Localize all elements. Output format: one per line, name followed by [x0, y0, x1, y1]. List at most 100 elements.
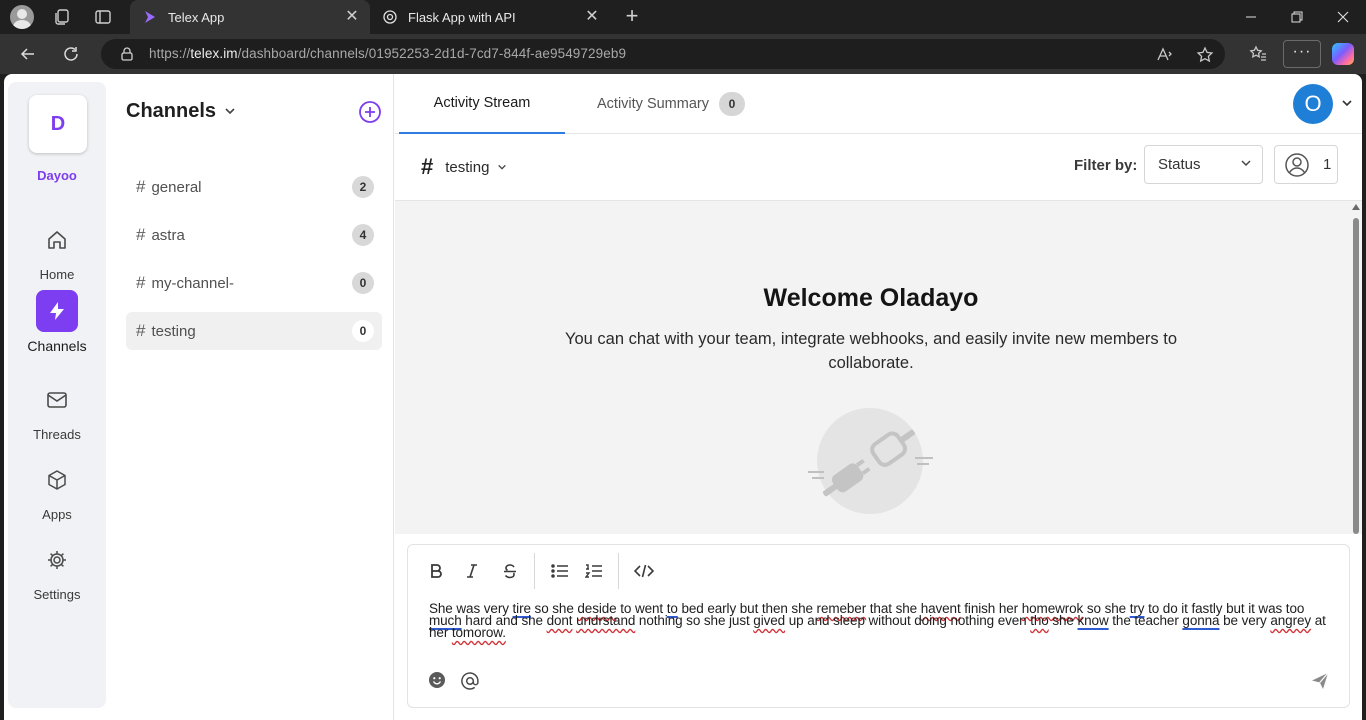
welcome-title: Welcome Oladayo — [763, 284, 979, 312]
chevron-down-icon[interactable] — [1341, 96, 1353, 114]
browser-tab-bar: Telex App ✕ Flask App with API ✕ + — [0, 0, 1366, 34]
channel-item-my-channel[interactable]: # my-channel- 0 — [126, 264, 382, 302]
channel-item-astra[interactable]: # astra 4 — [126, 216, 382, 254]
rail-item-apps[interactable]: Apps — [8, 459, 106, 522]
workspaces-icon[interactable] — [51, 6, 73, 28]
channel-item-general[interactable]: # general 2 — [126, 168, 382, 206]
channel-name: my-channel- — [151, 274, 234, 292]
mail-icon — [36, 379, 78, 421]
lightning-icon — [36, 290, 78, 332]
mention-icon[interactable] — [460, 671, 480, 691]
user-circle-icon — [1284, 152, 1310, 178]
channel-name: general — [151, 178, 202, 196]
scroll-up-icon[interactable] — [1352, 204, 1360, 210]
rail-item-channels[interactable]: Channels — [8, 290, 106, 354]
add-channel-icon[interactable] — [358, 100, 382, 124]
url-field[interactable]: https://telex.im/dashboard/channels/0195… — [101, 39, 1225, 69]
channel-count-badge: 2 — [352, 176, 374, 198]
rail-label: Settings — [33, 587, 81, 602]
restore-icon[interactable] — [1274, 0, 1320, 34]
chevron-down-icon — [497, 159, 507, 176]
hash-icon: # — [136, 321, 146, 340]
channels-panel: Channels # general 2 # astra 4 # my-chan… — [118, 74, 394, 720]
rail-item-settings[interactable]: Settings — [8, 539, 106, 602]
tab-actions-icon[interactable] — [92, 6, 114, 28]
favorites-list-icon[interactable] — [1248, 44, 1268, 64]
message-composer: She was very tire so she deside to went … — [407, 544, 1350, 708]
new-tab-icon[interactable]: + — [620, 5, 644, 29]
channel-name: astra — [151, 226, 185, 244]
tab-label: Activity Stream — [433, 95, 531, 111]
content-scrollbar[interactable] — [1350, 201, 1362, 534]
activity-stream-content: Welcome Oladayo You can chat with your t… — [395, 201, 1355, 534]
strikethrough-icon[interactable] — [498, 559, 522, 583]
emoji-icon[interactable] — [428, 671, 446, 689]
rail-item-threads[interactable]: Threads — [8, 379, 106, 442]
member-count: 1 — [1323, 156, 1332, 173]
channels-title: Channels — [126, 100, 217, 122]
summary-count-badge: 0 — [719, 92, 745, 116]
openai-favicon-icon — [382, 9, 398, 25]
workspace-name[interactable]: Dayoo — [8, 168, 106, 183]
italic-icon[interactable] — [460, 559, 484, 583]
channel-count-badge: 0 — [352, 272, 374, 294]
refresh-icon[interactable] — [59, 42, 83, 66]
numbered-list-icon[interactable] — [582, 559, 606, 583]
channel-item-testing[interactable]: # testing 0 — [126, 312, 382, 350]
close-window-icon[interactable] — [1320, 0, 1366, 34]
members-button[interactable]: 1 — [1274, 145, 1338, 184]
toolbar-divider — [618, 553, 619, 589]
favorite-star-icon[interactable] — [1195, 45, 1215, 65]
status-filter-select[interactable]: Status — [1144, 145, 1263, 184]
main-panel: Activity Stream Activity Summary 0 O # t… — [395, 74, 1362, 720]
tab-activity-stream[interactable]: Activity Stream — [399, 74, 565, 134]
cube-icon — [36, 459, 78, 501]
rail-label: Channels — [27, 338, 87, 354]
welcome-text: You can chat with your team, integrate w… — [564, 330, 1178, 372]
status-filter-value: Status — [1158, 156, 1201, 173]
read-aloud-icon[interactable] — [1155, 45, 1175, 65]
tab-title: Flask App with API — [408, 9, 516, 25]
nav-rail: D Dayoo Home Channels Threads Apps Setti… — [8, 82, 106, 708]
message-input[interactable]: She was very tire so she deside to went … — [429, 602, 1334, 640]
send-icon[interactable] — [1310, 671, 1330, 691]
tab-label: Activity Summary — [597, 96, 709, 112]
lock-icon — [119, 46, 135, 62]
bold-icon[interactable] — [424, 559, 448, 583]
url-host: telex.im — [190, 46, 238, 61]
code-icon[interactable] — [632, 559, 656, 583]
browser-profile-icon[interactable] — [10, 5, 34, 29]
app-window: D Dayoo Home Channels Threads Apps Setti… — [4, 74, 1362, 720]
main-tabs: Activity Stream Activity Summary 0 O — [395, 74, 1362, 134]
close-tab-icon[interactable]: ✕ — [584, 9, 600, 25]
gear-icon — [36, 539, 78, 581]
tab-activity-summary[interactable]: Activity Summary 0 — [597, 74, 745, 134]
rail-item-home[interactable]: Home — [8, 219, 106, 282]
channel-count-badge: 4 — [352, 224, 374, 246]
bullet-list-icon[interactable] — [548, 559, 572, 583]
telex-favicon-icon — [142, 9, 158, 25]
more-options-icon[interactable]: ··· — [1283, 40, 1321, 68]
hash-icon: # — [136, 273, 146, 292]
user-avatar[interactable]: O — [1293, 84, 1333, 124]
minimize-icon[interactable] — [1228, 0, 1274, 34]
channel-selector[interactable]: # testing — [421, 154, 507, 180]
scrollbar-thumb[interactable] — [1353, 218, 1359, 534]
copilot-icon[interactable] — [1332, 43, 1354, 65]
toolbar-divider — [534, 553, 535, 589]
back-arrow-icon[interactable] — [16, 42, 40, 66]
channels-header[interactable]: Channels — [126, 100, 236, 123]
url-path: /dashboard/channels/01952253-2d1d-7cd7-8… — [237, 46, 627, 61]
channel-name: testing — [151, 322, 196, 340]
channel-count-badge: 0 — [352, 320, 374, 342]
browser-tab-telex[interactable]: Telex App ✕ — [130, 0, 370, 34]
browser-tab-flask[interactable]: Flask App with API ✕ — [370, 0, 610, 34]
close-tab-icon[interactable]: ✕ — [344, 9, 360, 25]
workspace-avatar[interactable]: D — [29, 95, 87, 153]
channel-toolbar: # testing Filter by: Status 1 — [395, 134, 1362, 201]
url-text: https://telex.im/dashboard/channels/0195… — [149, 46, 626, 61]
hash-icon: # — [136, 177, 146, 196]
rail-label: Home — [39, 267, 75, 282]
hash-icon: # — [136, 225, 146, 244]
rail-label: Apps — [42, 507, 72, 522]
